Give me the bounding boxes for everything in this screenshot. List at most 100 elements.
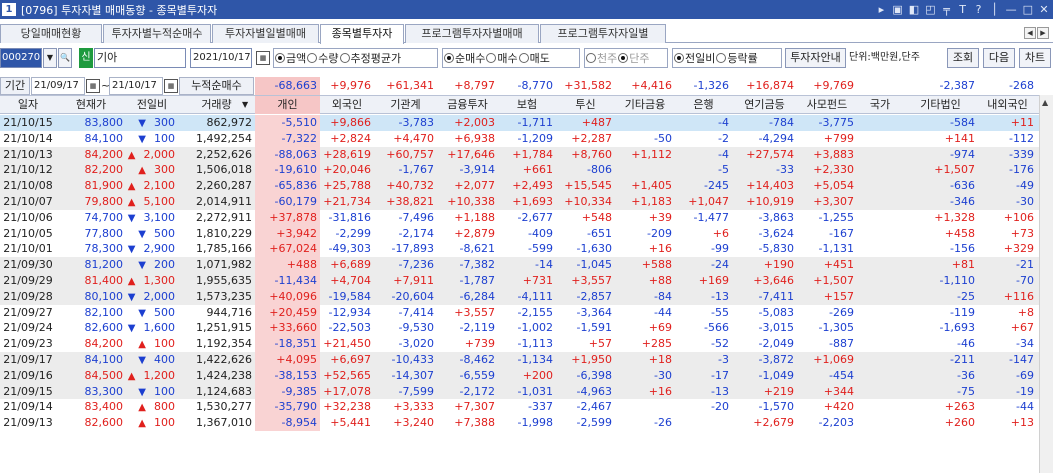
radio-button[interactable]	[486, 53, 497, 63]
table-row[interactable]: 21/09/30 81,200 ▼ 200 1,071,982 +488 +6,689 -7,…	[0, 257, 1040, 273]
radio-button[interactable]	[586, 53, 596, 63]
trade_options-option[interactable]: 매도	[518, 50, 550, 66]
table-row[interactable]: 21/10/07 79,800 ▲ 5,100 2,014,911 -60,179 +21,…	[0, 194, 1040, 210]
chart-button[interactable]: 차트	[1019, 48, 1051, 68]
unit_options-option[interactable]: 천주	[586, 50, 617, 66]
column-header[interactable]: 은행	[675, 96, 732, 114]
radio-button[interactable]	[674, 53, 684, 63]
window-control-icon[interactable]: │	[990, 3, 1000, 16]
investor-guide-button[interactable]: 투자자안내	[785, 48, 846, 68]
stock-code-dropdown-icon[interactable]: ▼	[43, 48, 57, 68]
table-row[interactable]: 21/09/27 82,100 ▼ 500 944,716 +20,459 -12,934 -…	[0, 304, 1040, 321]
table-row[interactable]: 21/09/29 81,400 ▲ 1,300 1,955,635 -11,434 +4,7…	[0, 273, 1040, 289]
radio-button[interactable]	[518, 53, 529, 63]
tab-scroll-right-icon[interactable]: ▶	[1037, 27, 1049, 39]
period-to-calendar-icon[interactable]: ▦	[164, 79, 178, 93]
column-header[interactable]: 기관계	[374, 96, 437, 114]
next-button[interactable]: 다음	[983, 48, 1015, 68]
table-row[interactable]: 21/09/15 83,300 ▼ 100 1,124,683 -9,385 +17,078…	[0, 383, 1040, 400]
table-row[interactable]: 21/09/13 82,600 ▲ 100 1,367,010 -8,954 +5,441 +…	[0, 415, 1040, 431]
change-value: 100	[154, 337, 175, 351]
vertical-scrollbar[interactable]: ▲	[1039, 95, 1053, 473]
column-header[interactable]: 사모펀드	[797, 96, 857, 114]
tab-6[interactable]: 프로그램투자자일별	[540, 24, 666, 43]
period-from-input[interactable]: 21/09/17	[31, 77, 85, 95]
window-control-icon[interactable]: ▸	[876, 3, 886, 16]
table-row[interactable]: 21/09/23 84,200 ▲ 100 1,192,354 -18,351 +21,45…	[0, 336, 1040, 352]
column-header[interactable]: 금융투자	[437, 96, 498, 114]
table-row[interactable]: 21/10/15 83,800 ▼ 300 862,972 -5,510 +9,866 -3,…	[0, 115, 1040, 131]
stock-code-input[interactable]: 000270	[0, 48, 42, 68]
column-header[interactable]: 일자	[0, 96, 56, 114]
unit_options-option[interactable]: 단주	[618, 50, 650, 66]
radio-button[interactable]	[716, 53, 727, 63]
amount_options-option[interactable]: 금액	[275, 50, 306, 66]
table-row[interactable]: 21/10/14 84,100 ▼ 100 1,492,254 -7,322 +2,824 +…	[0, 130, 1040, 147]
table-row[interactable]: 21/10/06 74,700 ▼ 3,100 2,272,911 +37,878 -31,…	[0, 209, 1040, 226]
amount_options-option[interactable]: 수량	[307, 50, 339, 66]
window-control-icon[interactable]: ✕	[1039, 3, 1049, 16]
compare_options-option[interactable]: 등락률	[716, 50, 758, 66]
date-input[interactable]: 2021/10/17	[190, 48, 252, 68]
table-row[interactable]: 21/09/16 84,500 ▲ 1,200 1,424,238 -38,153 +52,…	[0, 367, 1040, 384]
compare_options-option[interactable]: 전일비	[674, 50, 715, 66]
table-row[interactable]: 21/10/05 77,800 ▼ 500 1,810,229 +3,942 -2,299 -…	[0, 225, 1040, 242]
radio-button[interactable]	[307, 53, 318, 63]
column-header[interactable]: 현재가	[56, 96, 126, 114]
window-control-icon[interactable]: ◧	[909, 3, 919, 16]
investor-value-cell: +6,938	[454, 131, 495, 145]
query-button[interactable]: 조회	[947, 48, 979, 68]
investor-value-cell	[857, 273, 903, 289]
window-control-icon[interactable]: ?	[974, 3, 984, 16]
table-row[interactable]: 21/10/08 81,900 ▲ 2,100 2,260,287 -65,836 +25,…	[0, 178, 1040, 194]
radio-button[interactable]	[618, 53, 629, 63]
trade_options-option[interactable]: 순매수	[444, 50, 485, 66]
table-row[interactable]: 21/10/13 84,200 ▲ 2,000 2,252,626 -88,063 +28,…	[0, 146, 1040, 163]
table-row[interactable]: 21/10/12 82,200 ▲ 300 1,506,018 -19,610 +20,04…	[0, 162, 1040, 179]
sort-dropdown-icon[interactable]: ▼	[242, 96, 248, 114]
investor-value-cell: +3,942	[255, 225, 320, 242]
tab-scroll-left-icon[interactable]: ◀	[1024, 27, 1036, 39]
table-row[interactable]: 21/09/28 80,100 ▼ 2,000 1,573,235 +40,096 -19,…	[0, 288, 1040, 305]
column-header[interactable]: 개인	[255, 96, 320, 114]
investor-value-cell	[857, 399, 903, 415]
table-row[interactable]: 21/09/17 84,100 ▼ 400 1,422,626 +4,095 +6,697 -…	[0, 352, 1040, 368]
period-from-calendar-icon[interactable]: ▦	[86, 79, 100, 93]
radio-button[interactable]	[444, 53, 454, 63]
tab-3[interactable]: 투자자별일별매매	[212, 24, 319, 43]
column-header[interactable]: 보험	[498, 96, 556, 114]
window-control-icon[interactable]: ◰	[925, 3, 935, 16]
window-control-icon[interactable]: T	[958, 3, 968, 16]
investor-value-cell: -3	[718, 353, 729, 366]
scroll-up-icon[interactable]: ▲	[1042, 98, 1048, 107]
table-row[interactable]: 21/09/14 83,400 ▲ 800 1,530,277 -35,790 +32,23…	[0, 399, 1040, 416]
column-header[interactable]: 기타금융	[615, 96, 675, 114]
stock-name-field[interactable]: 기아	[94, 48, 186, 68]
tab-5[interactable]: 프로그램투자자별매매	[405, 24, 539, 43]
column-header[interactable]: 기타법인	[903, 96, 978, 114]
column-header[interactable]: 투신	[556, 96, 615, 114]
investor-value-cell: -2,599	[576, 416, 612, 430]
column-header[interactable]: 국가	[857, 96, 903, 114]
investor-value-cell	[857, 320, 903, 336]
column-header[interactable]: 내외국인	[978, 96, 1037, 114]
column-header[interactable]: 전일비	[126, 96, 178, 114]
tab-2[interactable]: 투자자별누적순매수	[103, 24, 211, 43]
period-to-input[interactable]: 21/10/17	[109, 77, 163, 95]
radio-button[interactable]	[339, 53, 350, 63]
window-control-icon[interactable]: ▣	[892, 3, 902, 16]
column-header[interactable]: 외국인	[320, 96, 374, 114]
table-row[interactable]: 21/09/24 82,600 ▼ 1,600 1,251,915 +33,660 -22,…	[0, 320, 1040, 337]
window-control-icon[interactable]: ╤	[942, 3, 952, 16]
trade_options-option[interactable]: 매수	[486, 50, 518, 66]
amount_options-option[interactable]: 추정평균가	[339, 50, 401, 66]
window-control-icon[interactable]: □	[1023, 3, 1033, 16]
window-control-icon[interactable]: —	[1006, 3, 1017, 16]
search-icon[interactable]: 🔍	[58, 48, 72, 68]
column-header[interactable]: 연기금등	[732, 96, 797, 114]
table-row[interactable]: 21/10/01 78,300 ▼ 2,900 1,785,166 +67,024 -49,…	[0, 241, 1040, 258]
calendar-icon[interactable]: ▦	[256, 51, 270, 65]
tab-4[interactable]: 종목별투자자	[320, 24, 404, 44]
tab-1[interactable]: 당일매매현황	[0, 24, 102, 43]
radio-button[interactable]	[275, 53, 285, 63]
